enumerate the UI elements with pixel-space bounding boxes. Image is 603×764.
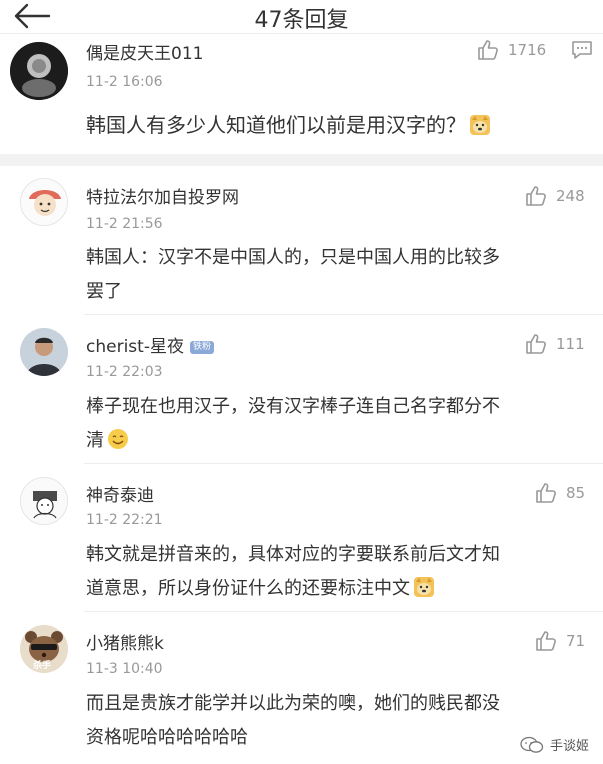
reply-content: 而且是贵族才能学并以此为荣的噢，她们的贱民都没 资格呢哈哈哈哈哈哈 xyxy=(86,687,500,755)
wechat-icon xyxy=(520,736,544,753)
row-divider xyxy=(84,314,603,315)
reply-text-line: 而且是贵族才能学并以此为荣的噢，她们的贱民都没 xyxy=(86,693,500,714)
watermark-text: 手谈姬 xyxy=(549,739,589,754)
reply-content: 韩国人：汉字不是中国人的，只是中国人用的比较多 罢了 xyxy=(86,241,500,309)
smile-emoji-icon xyxy=(108,429,128,449)
thumbs-up-icon xyxy=(536,483,556,503)
reply-text-line: 棒子现在也用汉子，没有汉字棒子连自己名字都分不 xyxy=(86,396,500,417)
avatar[interactable] xyxy=(10,42,68,100)
timestamp: 11-2 16:06 xyxy=(86,74,163,90)
username[interactable]: 特拉法尔加自投罗网 xyxy=(86,183,239,208)
reply-text-line: 资格呢哈哈哈哈哈哈 xyxy=(86,727,248,748)
post-text: 韩国人有多少人知道他们以前是用汉字的？ xyxy=(86,113,466,137)
section-divider xyxy=(0,154,603,166)
username[interactable]: 小猪熊熊k xyxy=(86,629,164,654)
like-button[interactable]: 71 xyxy=(534,629,585,653)
like-button[interactable]: 111 xyxy=(524,332,585,356)
page-title: 47条回复 xyxy=(254,8,349,33)
like-count: 248 xyxy=(556,187,585,205)
avatar[interactable] xyxy=(20,328,68,376)
thumbs-up-icon xyxy=(526,334,546,354)
original-post: 偶是皮天王011 11-2 16:06 1716 韩国人有多少人知道他们以前是用… xyxy=(0,34,603,154)
comment-button[interactable] xyxy=(570,38,594,62)
fan-badge: 铁粉 xyxy=(189,341,214,354)
timestamp: 11-2 22:03 xyxy=(86,364,163,380)
username-row: cherist-星夜 铁粉 xyxy=(86,332,214,357)
like-button[interactable]: 248 xyxy=(524,184,585,208)
doge-emoji-icon xyxy=(470,115,490,135)
like-count: 71 xyxy=(566,632,586,650)
timestamp: 11-2 21:56 xyxy=(86,216,163,232)
username[interactable]: cherist-星夜 xyxy=(86,337,184,357)
avatar-caption: 杀手 xyxy=(33,661,52,671)
comment-icon xyxy=(572,41,592,59)
like-count: 111 xyxy=(556,335,585,353)
post-content: 韩国人有多少人知道他们以前是用汉字的？ xyxy=(86,108,491,142)
like-button[interactable]: 85 xyxy=(534,481,585,505)
timestamp: 11-2 22:21 xyxy=(86,512,163,528)
avatar[interactable] xyxy=(20,178,68,226)
watermark: 手谈姬 xyxy=(520,735,589,754)
reply-text-line: 罢了 xyxy=(86,281,122,302)
username[interactable]: 偶是皮天王011 xyxy=(86,39,203,64)
avatar[interactable] xyxy=(20,477,68,525)
username[interactable]: 神奇泰迪 xyxy=(86,481,154,506)
row-divider xyxy=(84,463,603,464)
like-count: 1716 xyxy=(508,41,547,59)
thumbs-up-icon xyxy=(536,631,556,651)
reply-text-line: 韩国人：汉字不是中国人的，只是中国人用的比较多 xyxy=(86,247,500,268)
reply-content: 棒子现在也用汉子，没有汉字棒子连自己名字都分不 清 xyxy=(86,390,500,458)
timestamp: 11-3 10:40 xyxy=(86,661,163,677)
row-divider xyxy=(84,611,603,612)
top-bar: 47条回复 xyxy=(0,0,603,34)
reply-text-line: 清 xyxy=(86,430,104,451)
doge-emoji-icon xyxy=(414,577,434,597)
reply-text-line: 道意思，所以身份证什么的还要标注中文 xyxy=(86,578,410,599)
thumbs-up-icon xyxy=(526,186,546,206)
reply-content: 韩文就是拼音来的，具体对应的字要联系前后文才知 道意思，所以身份证什么的还要标注… xyxy=(86,538,500,606)
like-button[interactable]: 1716 xyxy=(476,38,546,62)
reply-text-line: 韩文就是拼音来的，具体对应的字要联系前后文才知 xyxy=(86,544,500,565)
like-count: 85 xyxy=(566,484,586,502)
thumbs-up-icon xyxy=(478,40,498,60)
